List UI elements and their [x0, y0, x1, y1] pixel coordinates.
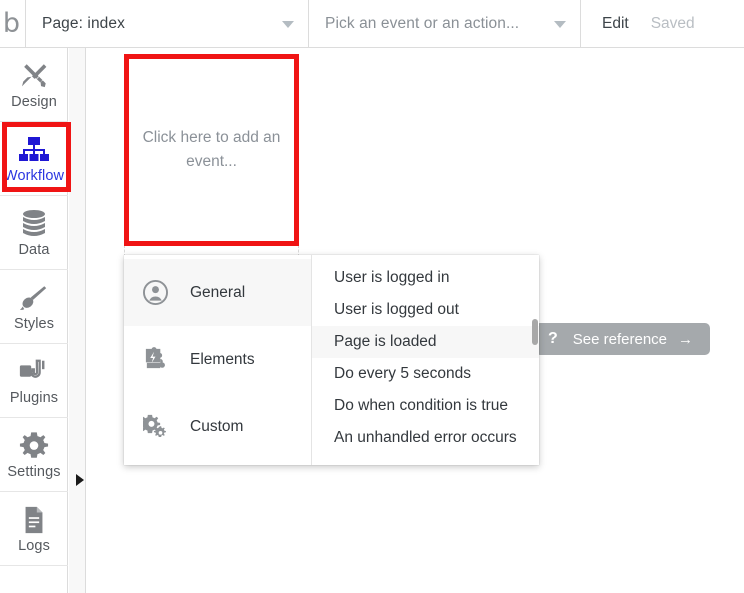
- chevron-down-icon: [554, 21, 566, 28]
- document-lines-icon: [15, 504, 53, 536]
- left-sidebar: Design Workflow Data Styles Plugins Sett…: [0, 48, 68, 593]
- sidebar-item-workflow[interactable]: Workflow: [0, 122, 68, 196]
- triangle-right-icon[interactable]: [76, 474, 84, 486]
- event-picker-menu: General Elements Custom User is logged i…: [124, 255, 539, 465]
- sidebar-item-styles[interactable]: Styles: [0, 270, 68, 344]
- bubble-logo-letter: b: [2, 7, 21, 39]
- event-action-selector[interactable]: Pick an event or an action...: [309, 0, 581, 48]
- page-selector-label: Page: index: [42, 15, 125, 32]
- database-icon: [15, 208, 53, 240]
- paintbrush-icon: [15, 282, 53, 314]
- menu-category-general[interactable]: General: [124, 259, 311, 326]
- see-reference-button[interactable]: ? See reference →: [535, 323, 711, 355]
- gears-icon: [142, 414, 168, 440]
- sidebar-item-label: Logs: [18, 537, 50, 554]
- menu-option[interactable]: Do every 5 seconds: [312, 358, 539, 390]
- menu-category-label: Elements: [190, 350, 255, 368]
- add-event-placeholder-label: Click here to add an event...: [142, 128, 281, 170]
- menu-category-elements[interactable]: Elements: [124, 326, 311, 393]
- plug-icon: [15, 356, 53, 388]
- panel-gutter: [69, 48, 86, 593]
- sidebar-item-design[interactable]: Design: [0, 48, 68, 122]
- arrow-right-icon: →: [678, 330, 694, 348]
- saved-status: Saved: [650, 14, 695, 32]
- top-toolbar: b Page: index Pick an event or an action…: [0, 0, 744, 48]
- menu-scrollbar-thumb[interactable]: [532, 319, 538, 345]
- menu-category-custom[interactable]: Custom: [124, 393, 311, 460]
- see-reference-label: See reference: [572, 330, 668, 348]
- app-root: b Page: index Pick an event or an action…: [0, 0, 744, 593]
- add-event-placeholder[interactable]: Click here to add an event...: [124, 54, 299, 246]
- bubble-logo[interactable]: b: [0, 0, 26, 48]
- sidebar-item-data[interactable]: Data: [0, 196, 68, 270]
- sidebar-item-label: Plugins: [9, 389, 59, 406]
- event-category-list: General Elements Custom: [124, 255, 312, 465]
- menu-option[interactable]: User is logged in: [312, 262, 539, 294]
- event-action-selector-label: Pick an event or an action...: [325, 15, 520, 32]
- edit-button[interactable]: Edit: [602, 15, 629, 33]
- workflow-hierarchy-icon: [15, 134, 53, 166]
- menu-option[interactable]: An unhandled error occurs: [312, 422, 539, 454]
- sidebar-item-label: Settings: [7, 463, 61, 480]
- sidebar-item-plugins[interactable]: Plugins: [0, 344, 68, 418]
- sidebar-item-label: Workflow: [3, 167, 65, 184]
- sidebar-item-logs[interactable]: Logs: [0, 492, 68, 566]
- page-selector[interactable]: Page: index: [26, 0, 309, 48]
- sidebar-item-label: Data: [18, 241, 50, 258]
- gear-icon: [15, 430, 53, 462]
- menu-category-label: General: [190, 283, 246, 301]
- toolbar-right-group: Edit Saved: [581, 0, 744, 47]
- puzzle-bolt-icon: [142, 347, 168, 373]
- chevron-down-icon: [282, 21, 294, 28]
- user-circle-icon: [142, 280, 168, 306]
- sidebar-item-settings[interactable]: Settings: [0, 418, 68, 492]
- menu-option[interactable]: User is logged out: [312, 294, 539, 326]
- sidebar-item-label: Design: [11, 93, 57, 110]
- event-option-list: User is logged in User is logged out Pag…: [312, 255, 539, 465]
- menu-category-label: Custom: [190, 417, 244, 435]
- question-mark-icon: ?: [548, 330, 558, 347]
- design-pencil-ruler-icon: [15, 60, 53, 92]
- menu-option[interactable]: Page is loaded: [312, 326, 539, 358]
- menu-option[interactable]: Do when condition is true: [312, 390, 539, 422]
- sidebar-item-label: Styles: [13, 315, 55, 332]
